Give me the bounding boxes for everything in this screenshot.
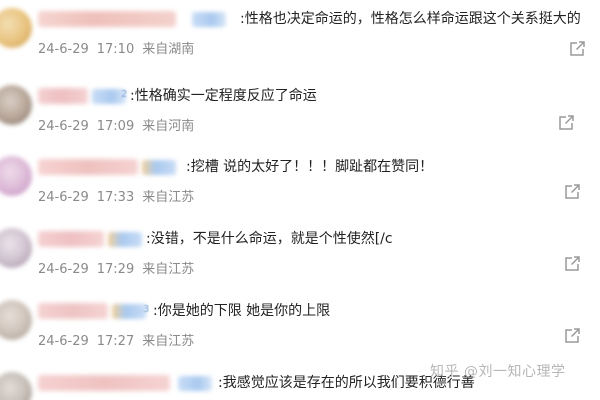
comment-meta: 24-6-29 17:27 来自江苏 <box>38 333 202 351</box>
avatar[interactable] <box>0 85 32 125</box>
comment-location: 来自江苏 <box>142 190 195 205</box>
comment-time: 17:10 <box>96 42 135 57</box>
comment-item: 3 :你是她的下限 她是你的上限 24-6-29 17:27 来自江苏 <box>0 292 600 366</box>
user-badge <box>108 232 142 247</box>
comment-date: 24-6-29 <box>38 334 89 349</box>
comment-meta: 24-6-29 17:09 来自河南 <box>38 118 202 136</box>
comment-time: 17:27 <box>96 334 135 349</box>
comment-item: :没错，不是什么命运，就是个性使然[/c 24-6-29 17:29 来自江苏 <box>0 220 600 294</box>
comment-text: :你是她的下限 她是你的上限 <box>153 303 331 319</box>
avatar[interactable] <box>0 228 32 268</box>
watermark: 知乎 @刘一知心理学 <box>430 364 566 380</box>
user-badge <box>178 376 212 391</box>
username-blurred[interactable] <box>38 11 176 27</box>
comment-meta: 24-6-29 17:10 来自湖南 <box>38 41 202 59</box>
comment-list-page: :性格也决定命运的，性格怎么样命运跟这个关系挺大的 24-6-29 17:10 来自… <box>0 0 600 400</box>
user-badge <box>112 304 146 319</box>
user-badge <box>192 12 226 27</box>
comment-text: :没错，不是什么命运，就是个性使然[/c <box>146 231 393 247</box>
username-blurred[interactable] <box>38 88 88 104</box>
comment-time: 17:09 <box>96 119 135 134</box>
avatar[interactable] <box>0 8 32 48</box>
comment-meta: 24-6-29 17:29 来自江苏 <box>38 261 202 279</box>
username-blurred[interactable] <box>38 231 104 247</box>
comment-time: 17:29 <box>96 262 135 277</box>
comment-time: 17:33 <box>96 190 135 205</box>
comment-item: :挖槽 说的太好了！！！脚趾都在赞同！ 24-6-29 17:33 来自江苏 <box>0 148 600 222</box>
comment-location: 来自河南 <box>142 119 195 134</box>
comment-date: 24-6-29 <box>38 119 89 134</box>
comment-text: :性格也决定命运的，性格怎么样命运跟这个关系挺大的 <box>240 11 581 27</box>
avatar[interactable] <box>0 300 32 340</box>
avatar[interactable] <box>0 372 32 400</box>
avatar[interactable] <box>0 156 32 196</box>
comment-date: 24-6-29 <box>38 190 89 205</box>
share-icon[interactable] <box>568 40 586 58</box>
comment-location: 来自湖南 <box>142 42 195 57</box>
share-icon[interactable] <box>563 327 581 345</box>
badge-number: 3 <box>143 304 150 315</box>
comment-item: :性格也决定命运的，性格怎么样命运跟这个关系挺大的 24-6-29 17:10 来自… <box>0 0 600 74</box>
comment-meta: 24-6-29 17:33 来自江苏 <box>38 189 202 207</box>
comment-date: 24-6-29 <box>38 42 89 57</box>
comment-text: :性格确实一定程度反应了命运 <box>130 88 317 104</box>
username-blurred[interactable] <box>38 303 108 319</box>
comment-text: :挖槽 说的太好了！！！脚趾都在赞同！ <box>186 159 434 175</box>
comment-location: 来自江苏 <box>142 334 195 349</box>
comment-date: 24-6-29 <box>38 262 89 277</box>
comment-item: 2 :性格确实一定程度反应了命运 24-6-29 17:09 来自河南 <box>0 77 600 151</box>
username-blurred[interactable] <box>38 375 170 391</box>
comment-location: 来自江苏 <box>142 262 195 277</box>
share-icon[interactable] <box>563 183 581 201</box>
share-icon[interactable] <box>557 114 575 132</box>
badge-number: 2 <box>121 89 128 100</box>
share-icon[interactable] <box>563 255 581 273</box>
username-blurred[interactable] <box>38 159 138 175</box>
user-badge <box>142 160 176 175</box>
